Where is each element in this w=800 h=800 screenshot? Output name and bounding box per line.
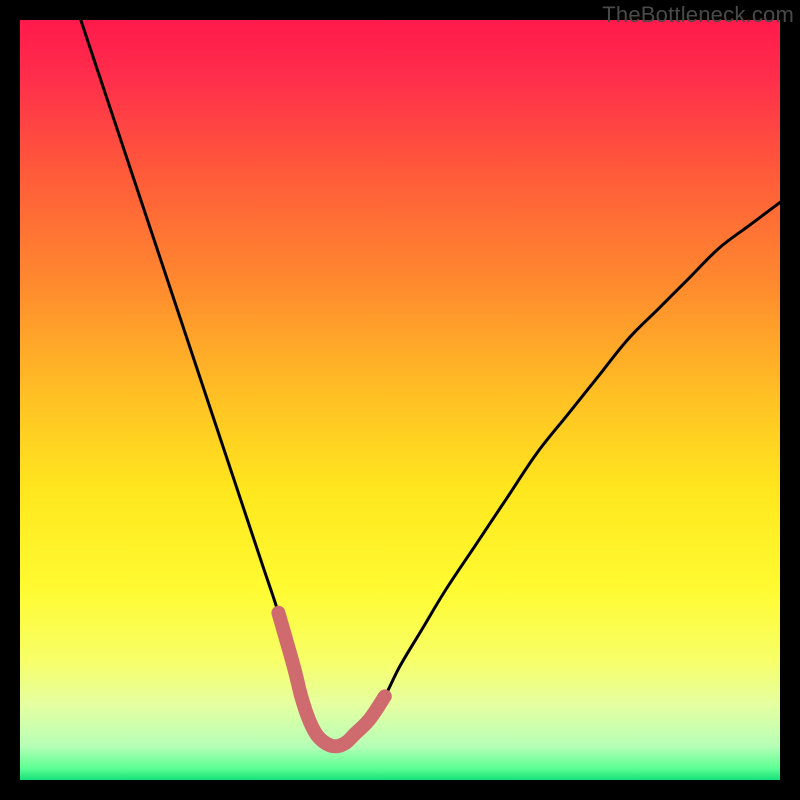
chart-frame: TheBottleneck.com <box>0 0 800 800</box>
watermark-text: TheBottleneck.com <box>602 2 794 28</box>
plot-area <box>20 20 780 780</box>
bottleneck-chart <box>20 20 780 780</box>
